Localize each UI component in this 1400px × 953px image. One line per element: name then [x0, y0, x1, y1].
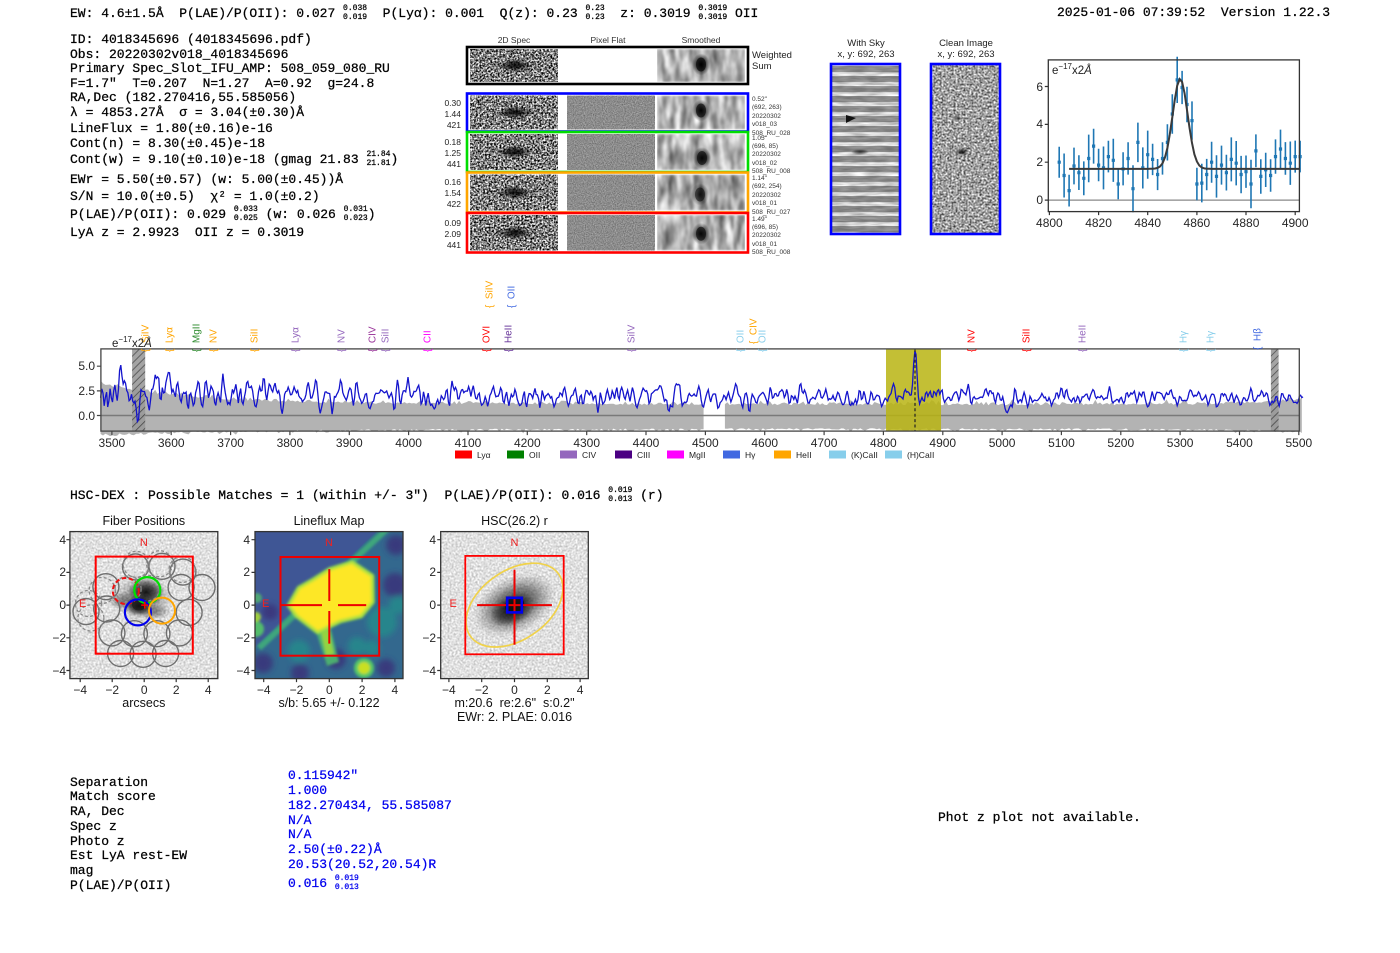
- svg-text:{ NV: { NV: [337, 329, 348, 352]
- svg-text:{ OII: { OII: [507, 286, 518, 308]
- svg-text:{ SiII: { SiII: [381, 329, 392, 352]
- svg-text:{ SiIV: { SiIV: [627, 324, 638, 352]
- svg-text:{ Hγ: { Hγ: [1179, 331, 1190, 352]
- svg-text:{ HeII: { HeII: [504, 325, 515, 352]
- svg-text:{ OVI: { OVI: [482, 326, 493, 352]
- svg-text:{ Lyα: { Lyα: [291, 327, 302, 352]
- svg-text:{ Hγ: { Hγ: [1206, 331, 1217, 352]
- svg-text:{ CII: { CII: [423, 330, 434, 352]
- svg-text:{ NV: { NV: [209, 329, 220, 352]
- svg-text:{ SiII: { SiII: [1022, 329, 1033, 352]
- svg-text:{ OII: { OII: [758, 330, 769, 352]
- svg-text:{ HeII: { HeII: [1078, 325, 1089, 352]
- svg-text:{ Lyα: { Lyα: [165, 327, 176, 352]
- svg-text:{ OII: { OII: [736, 330, 747, 352]
- svg-text:{ NV: { NV: [967, 329, 978, 352]
- svg-text:{ Hβ: { Hβ: [1253, 328, 1264, 350]
- svg-text:{ SiII: { SiII: [250, 329, 261, 352]
- svg-text:{ SiIV: { SiIV: [485, 280, 496, 308]
- svg-text:{ CIV: { CIV: [368, 326, 379, 352]
- svg-text:{ MgII: { MgII: [192, 324, 203, 352]
